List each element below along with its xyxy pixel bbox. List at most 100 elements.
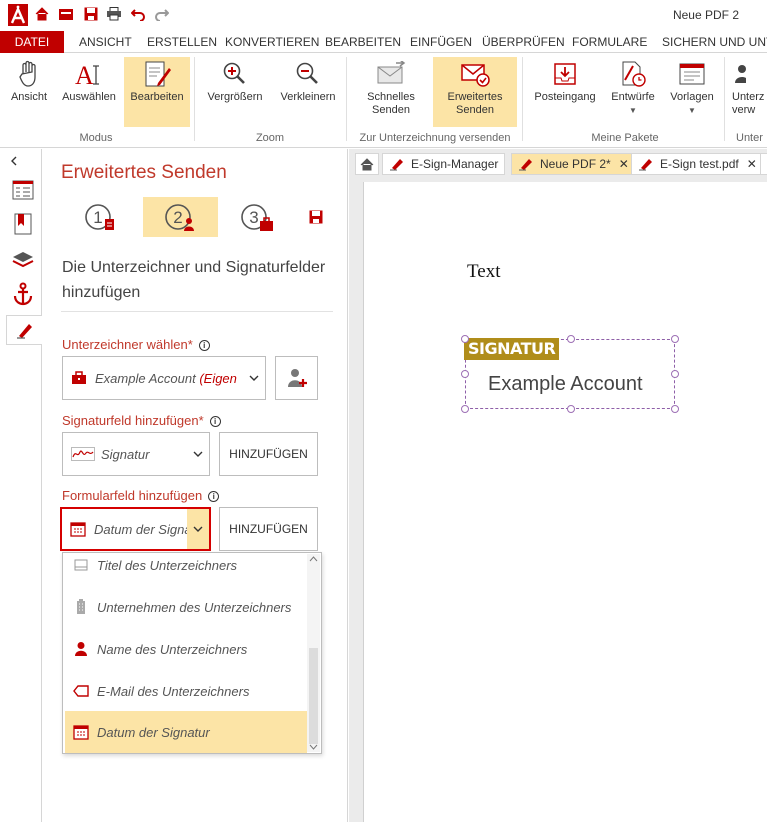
close-icon[interactable]: ✕ [747,157,757,171]
home-icon[interactable] [35,7,49,24]
resize-handle[interactable] [567,405,575,413]
templates-button[interactable]: Vorlagen ▼ [664,57,720,127]
add-form-field-button[interactable]: HINZUFÜGEN [219,507,318,551]
add-user-icon [287,369,307,387]
save-package-button[interactable] [299,197,333,237]
advanced-send-button[interactable]: Erweitertes Senden [433,57,517,127]
document-page[interactable]: Text SIGNATUR Example Account [363,182,767,822]
signature-badge: SIGNATUR [464,338,560,360]
calendar-icon [70,521,86,537]
quick-send-button[interactable]: Schnelles Senden [358,57,424,127]
print-icon[interactable] [106,7,122,24]
add-signer-button[interactable] [275,356,318,400]
zoom-in-label: Vergrößern [207,91,263,103]
signer-value-suffix: (Eigen [199,370,237,386]
form-field-label-text: Formularfeld hinzufügen [62,488,203,503]
menu-tab-formulare[interactable]: FORMULARE [572,31,647,53]
info-icon[interactable]: i [209,416,221,427]
menu-tab-bearbeiten[interactable]: BEARBEITEN [325,31,401,53]
add-signature-field-button[interactable]: HINZUFÜGEN [219,432,318,476]
menu-tab-ansicht[interactable]: ANSICHT [79,31,132,53]
zoom-out-icon [274,57,342,91]
tab-esign-manager[interactable]: E-Sign-Manager [382,153,506,175]
resize-handle[interactable] [567,335,575,343]
dropdown-option-date[interactable]: Datum der Signatur [65,711,307,753]
step-3-number: 3 [249,208,258,227]
menu-tab-erstellen[interactable]: ERSTELLEN [147,31,217,53]
dropdown-scroll-thumb[interactable] [309,648,318,744]
menu-tab-ueberpruefen[interactable]: ÜBERPRÜFEN [482,31,565,53]
ribbon-separator [724,57,725,141]
signature-field[interactable]: SIGNATUR Example Account [461,335,679,413]
ansicht-button[interactable]: Ansicht [4,57,54,127]
drafts-dropdown-icon[interactable]: ▼ [604,104,662,117]
save-icon[interactable] [84,7,98,24]
save-icon [309,210,323,224]
quick-send-label-2: Senden [372,104,410,116]
step-2-button[interactable]: 2 [143,197,218,237]
zoom-in-button[interactable]: Vergrößern [203,57,267,127]
home-tab[interactable] [355,153,379,175]
ribbon-separator [346,57,347,141]
scroll-down-icon[interactable] [309,744,318,750]
dropdown-option-company[interactable]: Unternehmen des Unterzeichners [65,586,307,628]
menu-tab-konvertieren[interactable]: KONVERTIEREN [225,31,319,53]
esign-pen-icon [390,159,403,171]
svg-text:A: A [75,61,94,88]
menu-tab-einfuegen[interactable]: EINFÜGEN [410,31,472,53]
inbox-icon [528,57,602,91]
zoom-out-label: Verkleinern [280,91,336,103]
signer-manage-button[interactable]: Unterz verw [732,57,767,127]
resize-handle[interactable] [461,335,469,343]
step-description: Die Unterzeichner und Signaturfelder hin… [62,259,326,301]
close-icon[interactable]: ✕ [619,157,629,171]
layers-icon[interactable] [6,245,40,275]
templates-dropdown-icon[interactable]: ▼ [664,104,720,117]
collapse-chevron-icon[interactable] [2,151,26,171]
page-text: Text [467,261,501,282]
open-folder-icon[interactable] [58,7,74,24]
redo-icon[interactable] [155,7,170,24]
zoom-out-button[interactable]: Verkleinern [274,57,342,127]
resize-handle[interactable] [461,405,469,413]
tab-esign-test[interactable]: E-Sign test.pdf ✕ [631,153,764,175]
tab-overflow[interactable] [760,153,767,175]
auswaehlen-button[interactable]: A Auswählen [58,57,120,127]
info-icon[interactable]: i [208,491,220,502]
esign-pen-icon[interactable] [6,315,42,345]
undo-icon[interactable] [130,7,145,24]
scroll-up-icon[interactable] [309,556,318,562]
document-title: Neue PDF 2 [672,8,739,22]
step-2-number: 2 [173,208,182,227]
group-label-signer: Unter [736,132,763,144]
drafts-button[interactable]: Entwürfe ▼ [604,57,662,127]
signer-select[interactable]: Example Account (Eigen [62,356,266,400]
resize-handle[interactable] [671,335,679,343]
thumbnails-icon[interactable] [6,175,40,205]
form-field-type-select[interactable]: Datum der Signatur [60,507,211,551]
dropdown-option-title[interactable]: Titel des Unterzeichners [65,553,307,586]
ribbon-separator [194,57,195,141]
bearbeiten-label: Bearbeiten [130,91,184,103]
signature-type-select[interactable]: Signatur [62,432,210,476]
dropdown-option-label: E-Mail des Unterzeichners [97,683,250,699]
resize-handle[interactable] [671,405,679,413]
menu-tab-file[interactable]: DATEI [0,31,64,53]
step-1-button[interactable]: 1 [66,197,136,237]
menu-tab-sichern[interactable]: SICHERN UND UNT [662,31,767,53]
bearbeiten-button[interactable]: Bearbeiten [124,57,190,127]
anchor-icon[interactable] [6,279,40,309]
envelope-send-icon [358,57,424,91]
required-asterisk: * [187,337,193,352]
dropdown-option-name[interactable]: Name des Unterzeichners [65,628,307,670]
group-label-send: Zur Unterzeichnung versenden [359,132,511,144]
inbox-button[interactable]: Posteingang [528,57,602,127]
bookmark-icon[interactable] [6,209,40,239]
dropdown-option-email[interactable]: E-Mail des Unterzeichners [65,670,307,712]
info-icon[interactable]: i [198,340,210,351]
step-3-button[interactable]: 3 [223,197,293,237]
tab-neue-pdf-2[interactable]: Neue PDF 2* ✕ [511,153,636,175]
auswaehlen-label: Auswählen [62,91,116,103]
resize-handle[interactable] [461,370,469,378]
resize-handle[interactable] [671,370,679,378]
